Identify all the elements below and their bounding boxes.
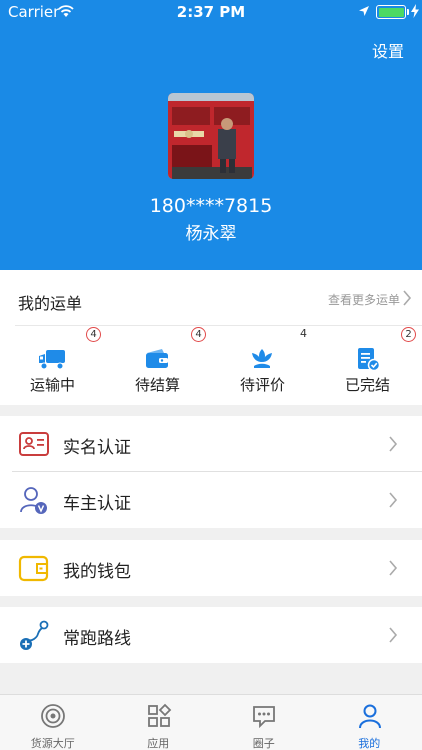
wallet-icon — [146, 349, 168, 368]
location-arrow-icon — [359, 6, 369, 16]
chevron-right-icon — [389, 627, 398, 643]
tab-label: 圈子 — [252, 737, 275, 750]
tab-mine[interactable]: 我的 — [317, 695, 422, 750]
tab-circle[interactable]: 圈子 — [211, 695, 317, 750]
order-status-pending-settlement[interactable]: 待结算 — [105, 342, 210, 398]
phone-number: 180****7815 — [149, 195, 273, 217]
profile-header: Carrier 2:37 PM 设置 180****7815 杨永翠 — [0, 0, 422, 270]
menu-item-real-name-auth[interactable]: 实名认证 — [0, 416, 422, 472]
tab-label: 应用 — [147, 737, 170, 750]
chevron-right-icon — [389, 560, 398, 576]
wallet-icon — [18, 555, 49, 582]
order-status-pending-review[interactable]: 待评价 — [210, 342, 315, 398]
my-orders-title: 我的运单 — [18, 294, 83, 313]
my-orders-card: 我的运单 查看更多运单 运输中 4 待结算 4 待评价 4 已完结 2 — [0, 270, 422, 405]
routes-group: 常跑路线 — [0, 607, 422, 663]
order-status-in-transit[interactable]: 运输中 — [0, 342, 105, 398]
divider — [15, 325, 422, 326]
count-badge: 4 — [86, 327, 101, 342]
view-more-orders-link[interactable]: 查看更多运单 — [328, 291, 400, 308]
menu-item-label: 我的钱包 — [63, 562, 131, 582]
user-name: 杨永翠 — [185, 224, 237, 244]
chevron-right-icon — [389, 436, 398, 452]
menu-item-owner-auth[interactable]: 车主认证 — [0, 472, 422, 528]
tab-apps[interactable]: 应用 — [106, 695, 212, 750]
route-icon — [20, 620, 49, 650]
battery-icon — [376, 5, 406, 19]
count-badge: 4 — [191, 327, 206, 342]
order-status-label: 已完结 — [344, 376, 390, 394]
chat-icon — [253, 706, 275, 729]
menu-item-label: 车主认证 — [63, 494, 131, 514]
tab-label: 我的 — [358, 737, 381, 750]
order-status-label: 待结算 — [134, 376, 180, 394]
chevron-right-icon[interactable] — [402, 290, 412, 306]
status-bar: Carrier 2:37 PM — [0, 0, 422, 24]
tab-cargo-hall[interactable]: 货源大厅 — [0, 695, 106, 750]
certification-group: 实名认证 车主认证 — [0, 416, 422, 528]
document-check-icon — [358, 348, 381, 372]
count-badge: 2 — [401, 327, 416, 342]
avatar[interactable] — [168, 93, 254, 179]
truck-icon — [39, 350, 65, 370]
menu-item-my-wallet[interactable]: 我的钱包 — [0, 540, 422, 596]
settings-button[interactable]: 设置 — [372, 38, 404, 62]
order-status-completed[interactable]: 已完结 — [315, 342, 420, 398]
charging-bolt-icon — [411, 4, 419, 18]
wallet-group: 我的钱包 — [0, 540, 422, 596]
chevron-right-icon — [389, 492, 398, 508]
menu-item-frequent-routes[interactable]: 常跑路线 — [0, 607, 422, 663]
order-status-label: 运输中 — [29, 376, 75, 394]
menu-item-label: 实名认证 — [63, 438, 131, 458]
order-status-label: 待评价 — [239, 376, 285, 394]
count-badge: 4 — [296, 327, 311, 342]
verified-user-icon — [20, 487, 47, 514]
person-icon — [358, 704, 381, 729]
battery-tip — [407, 9, 409, 15]
flower-icon — [252, 349, 272, 368]
id-card-icon — [19, 432, 49, 456]
tab-label: 货源大厅 — [30, 737, 75, 750]
apps-icon — [147, 703, 171, 727]
avatar-photo — [168, 93, 254, 179]
target-icon — [41, 704, 65, 728]
bottom-tab-bar: 货源大厅 应用 圈子 我的 — [0, 694, 422, 750]
menu-item-label: 常跑路线 — [63, 629, 131, 649]
